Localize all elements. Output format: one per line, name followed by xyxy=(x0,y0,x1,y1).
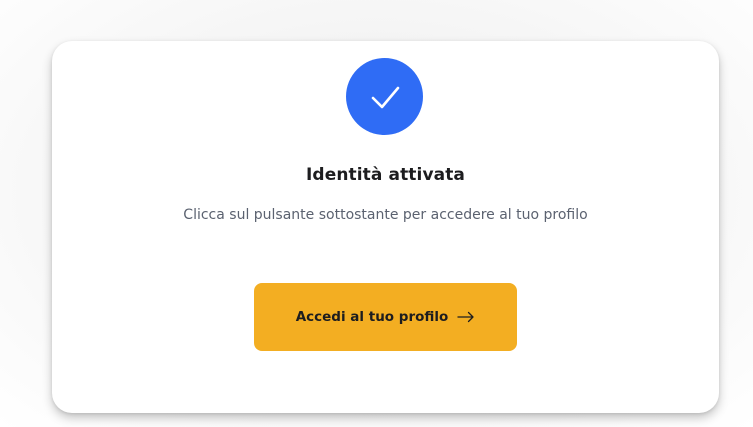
check-icon xyxy=(371,86,399,108)
arrow-right-icon xyxy=(457,311,475,323)
card-title: Identità attivata xyxy=(306,165,465,185)
success-badge xyxy=(346,58,423,135)
access-profile-button-label: Accedi al tuo profilo xyxy=(295,309,449,325)
card-subtitle: Clicca sul pulsante sottostante per acce… xyxy=(183,207,588,223)
access-profile-button[interactable]: Accedi al tuo profilo xyxy=(254,283,517,351)
activation-card: Identità attivata Clicca sul pulsante so… xyxy=(52,41,719,413)
